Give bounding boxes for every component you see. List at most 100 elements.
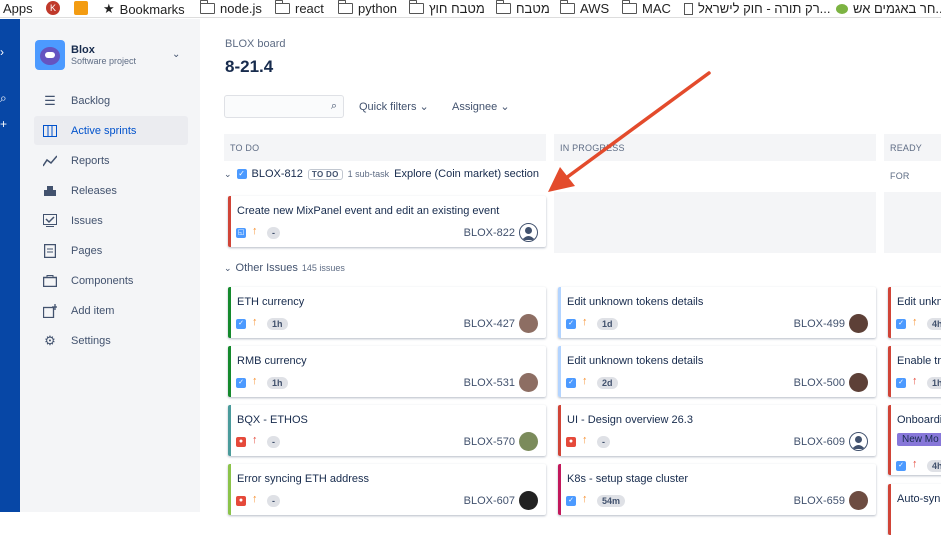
- bookmark-heb3[interactable]: רק תורה - חוק לישראל...: [684, 1, 830, 16]
- user-avatar[interactable]: [849, 314, 868, 333]
- swimlane-header-other[interactable]: ⌄ Other Issues 145 issues: [224, 262, 345, 274]
- issue-card[interactable]: Onboardi New Mo ✓ ↑ 4h: [888, 405, 941, 475]
- issue-key[interactable]: BLOX-531: [464, 377, 515, 389]
- issue-card[interactable]: Edit unknown tokens details ✓ ↑ 1d BLOX-…: [558, 287, 876, 338]
- issue-card[interactable]: RMB currency ✓ ↑ 1h BLOX-531: [228, 346, 546, 397]
- page-icon: [684, 2, 693, 15]
- issue-card[interactable]: Create new MixPanel event and edit an ex…: [228, 196, 546, 247]
- quick-filters-label: Quick filters: [359, 101, 417, 113]
- search-icon[interactable]: ⌕: [0, 91, 7, 106]
- bookmark-heb4[interactable]: חר באגמים אש...: [836, 1, 941, 16]
- issue-key[interactable]: BLOX-570: [464, 436, 515, 448]
- priority-bar: [558, 346, 561, 397]
- issue-key[interactable]: BLOX-609: [794, 436, 845, 448]
- chevron-down-icon[interactable]: ⌄: [224, 169, 232, 180]
- user-avatar[interactable]: [519, 491, 538, 510]
- user-avatar[interactable]: [519, 373, 538, 392]
- turtle-icon: [836, 3, 848, 14]
- project-name[interactable]: Blox: [71, 44, 95, 56]
- issue-key[interactable]: BLOX-427: [464, 318, 515, 330]
- priority-medium-icon: ↑: [252, 316, 258, 328]
- chevron-right-icon[interactable]: ›: [0, 45, 4, 59]
- backlog-icon: ☰: [44, 92, 56, 108]
- bookmark-react[interactable]: react: [275, 0, 324, 16]
- sidebar-item-releases[interactable]: Releases: [34, 176, 188, 205]
- quick-filters-dropdown[interactable]: Quick filters ⌄: [359, 100, 429, 113]
- user-avatar[interactable]: [519, 314, 538, 333]
- sidebar-item-settings[interactable]: ⚙ Settings: [34, 326, 188, 355]
- subtask-type-icon: ◱: [236, 228, 246, 238]
- project-avatar[interactable]: [35, 40, 65, 70]
- card-summary: K8s - setup stage cluster: [567, 473, 689, 485]
- issue-card[interactable]: Enable tr ✓ ↑ 1h: [888, 346, 941, 397]
- priority-bar: [228, 196, 231, 247]
- empty-column-cell: [884, 192, 941, 253]
- issue-card[interactable]: Auto-syn: [888, 484, 941, 535]
- bookmark-nodejs[interactable]: node.js: [200, 0, 262, 16]
- bookmark-heb2[interactable]: מטבח: [496, 0, 550, 16]
- unassigned-avatar-icon[interactable]: [849, 432, 868, 451]
- priority-bar: [558, 287, 561, 338]
- sidebar-item-reports[interactable]: Reports: [34, 146, 188, 175]
- issue-card[interactable]: K8s - setup stage cluster ✓ ↑ 54m BLOX-6…: [558, 464, 876, 515]
- sidebar-item-components[interactable]: Components: [34, 266, 188, 295]
- issue-key[interactable]: BLOX-607: [464, 495, 515, 507]
- issue-count: 145 issues: [301, 263, 345, 273]
- empty-column-cell: [554, 192, 876, 253]
- folder-icon: [275, 0, 290, 14]
- issue-card[interactable]: UI - Design overview 26.3 ● ↑ - BLOX-609: [558, 405, 876, 456]
- bookmark-python[interactable]: python: [338, 0, 397, 16]
- card-summary: ETH currency: [237, 296, 305, 308]
- issue-key[interactable]: BLOX-659: [794, 495, 845, 507]
- parent-issue-key[interactable]: BLOX-812: [252, 168, 303, 180]
- bookmark-mac[interactable]: MAC: [622, 0, 671, 16]
- breadcrumb[interactable]: BLOX board: [225, 38, 286, 50]
- issues-icon: [42, 213, 58, 229]
- issue-card[interactable]: Error syncing ETH address ● ↑ - BLOX-607: [228, 464, 546, 515]
- user-avatar[interactable]: [849, 491, 868, 510]
- estimate-badge: 1h: [267, 377, 288, 389]
- bug-type-icon: ●: [566, 437, 576, 447]
- components-icon: [42, 273, 58, 289]
- issue-card[interactable]: ETH currency ✓ ↑ 1h BLOX-427: [228, 287, 546, 338]
- chevron-down-icon[interactable]: ⌄: [224, 263, 232, 274]
- chevron-down-icon[interactable]: ⌄: [172, 49, 180, 60]
- folder-icon: [200, 0, 215, 14]
- issue-card[interactable]: Edit unknown tokens details ✓ ↑ 2d BLOX-…: [558, 346, 876, 397]
- story-type-icon: ✓: [236, 319, 246, 329]
- issue-key[interactable]: BLOX-500: [794, 377, 845, 389]
- issue-card[interactable]: Edit unkn ✓ ↑ 4h: [888, 287, 941, 338]
- apps-bookmark[interactable]: Apps: [3, 1, 33, 16]
- sidebar-item-pages[interactable]: Pages: [34, 236, 188, 265]
- bookmark-aws[interactable]: AWS: [560, 0, 609, 16]
- search-input[interactable]: ⌕: [224, 95, 344, 118]
- issue-card[interactable]: BQX - ETHOS ● ↑ - BLOX-570: [228, 405, 546, 456]
- estimate-badge: 2d: [597, 377, 618, 389]
- user-avatar[interactable]: [519, 432, 538, 451]
- sidebar-item-active-sprints[interactable]: Active sprints: [34, 116, 188, 145]
- sidebar-item-backlog[interactable]: ☰ Backlog: [34, 86, 188, 115]
- card-summary: Create new MixPanel event and edit an ex…: [237, 205, 500, 217]
- swimlane-header-parent[interactable]: ⌄ ✓ BLOX-812 TO DO 1 sub-task Explore (C…: [224, 168, 539, 180]
- card-summary: Edit unknown tokens details: [567, 355, 704, 367]
- bookmark-heb1[interactable]: מטבח חוץ: [409, 0, 485, 16]
- assignee-dropdown[interactable]: Assignee ⌄: [452, 100, 510, 113]
- sidebar-item-add-item[interactable]: Add item: [34, 296, 188, 325]
- bookmark-label: רק תורה - חוק לישראל...: [698, 1, 831, 16]
- issue-key[interactable]: BLOX-499: [794, 318, 845, 330]
- star-icon: ★: [103, 1, 115, 16]
- user-avatar[interactable]: [849, 373, 868, 392]
- bookmarks-folder[interactable]: ★ Bookmarks: [103, 1, 185, 17]
- bookmark-label: מטבח חוץ: [429, 1, 485, 16]
- estimate-badge: -: [267, 227, 280, 239]
- sidebar-item-issues[interactable]: Issues: [34, 206, 188, 235]
- chevron-down-icon: ⌄: [419, 101, 429, 113]
- priority-medium-icon: ↑: [582, 493, 588, 505]
- box-icon[interactable]: [74, 1, 88, 15]
- unassigned-avatar-icon[interactable]: [519, 223, 538, 242]
- k-icon[interactable]: K: [46, 1, 60, 15]
- plus-icon[interactable]: +: [0, 117, 7, 131]
- issue-key[interactable]: BLOX-822: [464, 227, 515, 239]
- sidebar-item-label: Components: [71, 274, 134, 287]
- story-type-icon: ✓: [236, 169, 247, 179]
